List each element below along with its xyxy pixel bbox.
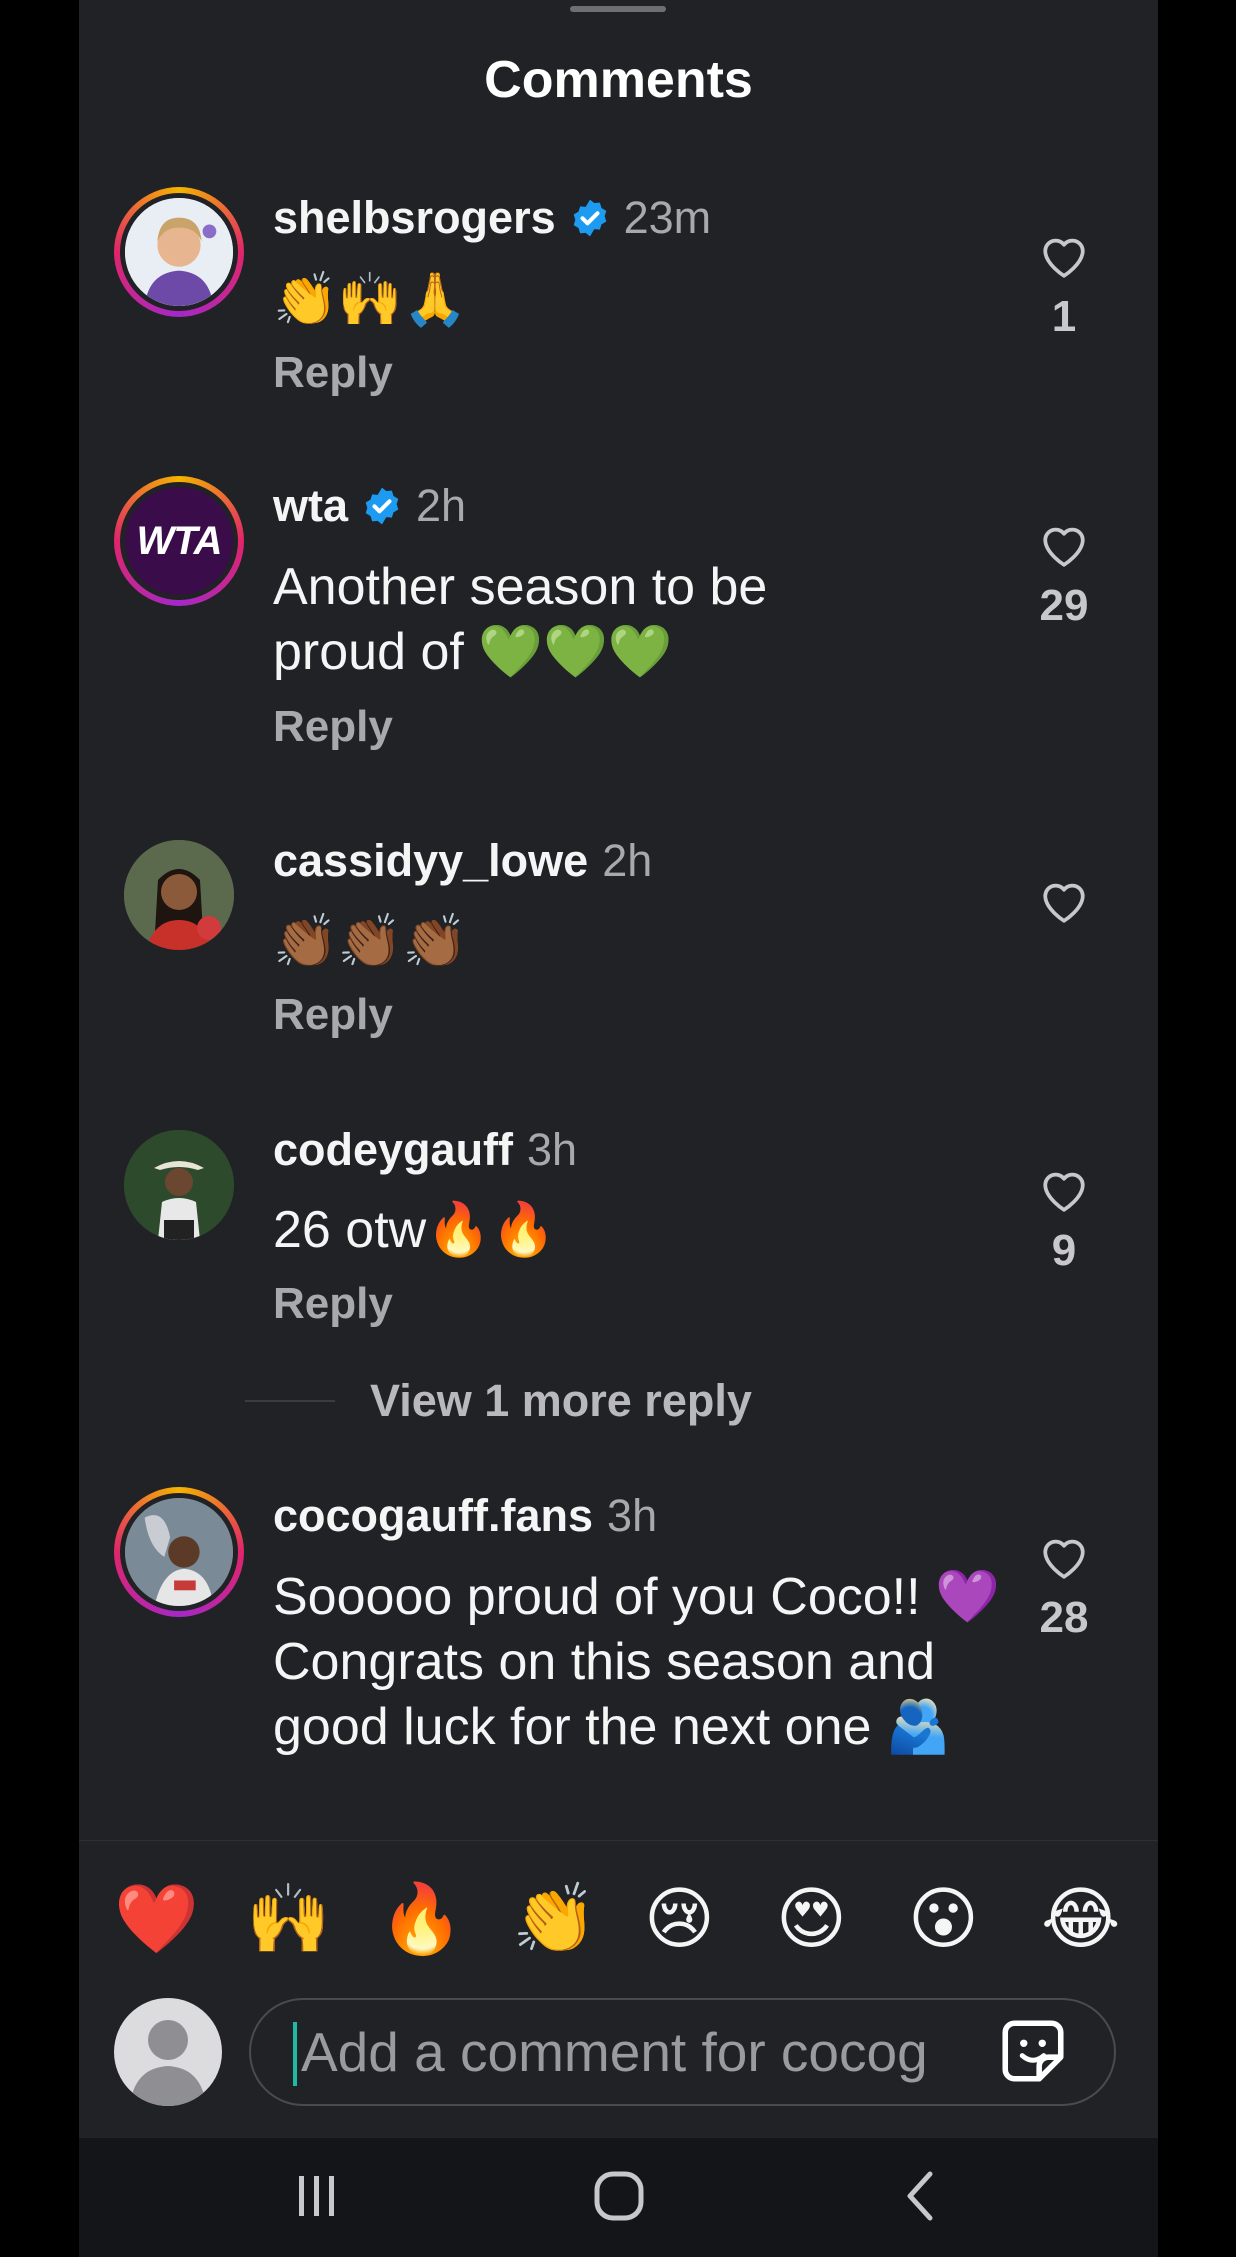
- username[interactable]: codeygauff: [273, 1124, 513, 1176]
- home-icon[interactable]: [591, 2168, 647, 2224]
- like-count: 9: [1051, 1226, 1077, 1275]
- system-nav-bar: [79, 2138, 1158, 2257]
- drag-handle[interactable]: [570, 6, 666, 12]
- verified-badge-icon: [573, 199, 606, 237]
- view-more-label: View 1 more reply: [370, 1375, 752, 1426]
- avatar[interactable]: [114, 1487, 244, 1617]
- like-control: 9: [1024, 1167, 1104, 1276]
- timestamp: 3h: [527, 1124, 578, 1175]
- heart-icon[interactable]: [1039, 522, 1089, 568]
- comment-header: shelbsrogers 23m: [273, 192, 711, 244]
- comment-header: cassidyy_lowe 2h: [273, 835, 652, 887]
- reply-button[interactable]: Reply: [273, 990, 393, 1040]
- like-count: 28: [1039, 1593, 1089, 1642]
- avatar[interactable]: [124, 1130, 234, 1240]
- timestamp: 23m: [623, 192, 712, 243]
- back-icon[interactable]: [894, 2168, 950, 2224]
- photo-man-icon: [124, 1130, 234, 1240]
- photo-woman-icon: [125, 198, 233, 306]
- comment-header: cocogauff.fans 3h: [273, 1490, 657, 1542]
- username[interactable]: wta: [273, 480, 348, 532]
- comment-text: 👏🏾👏🏾👏🏾: [273, 913, 468, 971]
- verified-badge-icon: [365, 487, 399, 525]
- reply-button[interactable]: Reply: [273, 1279, 393, 1329]
- like-count: 29: [1039, 581, 1089, 630]
- quick-reactions-bar: ❤️ 🙌 🔥 👏 😢 😍 😮 😂: [79, 1840, 1158, 1980]
- reply-button[interactable]: Reply: [273, 702, 393, 752]
- comment-composer: Add a comment for cocog: [79, 1980, 1158, 2140]
- comment-header: wta 2h: [273, 480, 466, 532]
- heart-icon[interactable]: [1039, 1534, 1089, 1580]
- page-title: Comments: [484, 51, 753, 109]
- recent-apps-icon[interactable]: [289, 2168, 345, 2224]
- comment-text: Another season to be proud of 💚💚💚: [273, 558, 768, 681]
- timestamp: 2h: [602, 835, 653, 886]
- reaction-crying-button[interactable]: 😢: [644, 1879, 715, 1959]
- divider: [245, 1400, 335, 1402]
- like-control: 29: [1024, 522, 1104, 631]
- text-caret: [293, 2022, 297, 2086]
- username[interactable]: cassidyy_lowe: [273, 835, 588, 887]
- reaction-heart-button[interactable]: ❤️: [114, 1879, 199, 1959]
- username[interactable]: cocogauff.fans: [273, 1490, 593, 1542]
- photo-trophy-icon: [125, 1498, 233, 1606]
- reaction-fire-button[interactable]: 🔥: [379, 1879, 464, 1959]
- view-more-replies-button[interactable]: View 1 more reply: [245, 1375, 752, 1427]
- comment-placeholder: Add a comment for cocog: [301, 2021, 928, 2083]
- reply-button[interactable]: Reply: [273, 348, 393, 398]
- username[interactable]: shelbsrogers: [273, 192, 556, 244]
- reaction-raised-hands-button[interactable]: 🙌: [246, 1879, 331, 1959]
- like-control: 28: [1024, 1534, 1104, 1643]
- photo-woman-icon: [124, 840, 234, 950]
- avatar[interactable]: WTA: [114, 476, 244, 606]
- like-control: 1: [1024, 233, 1104, 342]
- avatar[interactable]: [124, 840, 234, 950]
- heart-icon[interactable]: [1039, 1167, 1089, 1213]
- wta-logo: WTA: [136, 518, 222, 563]
- timestamp: 2h: [416, 480, 467, 531]
- sticker-icon[interactable]: [996, 2014, 1070, 2088]
- heart-icon[interactable]: [1039, 878, 1089, 924]
- reaction-laughing-button[interactable]: 😂: [1041, 1879, 1120, 1959]
- reaction-surprised-button[interactable]: 😮: [908, 1879, 979, 1959]
- comment-header: codeygauff 3h: [273, 1124, 577, 1176]
- like-control: [1024, 878, 1104, 929]
- avatar[interactable]: [114, 187, 244, 317]
- reaction-clap-button[interactable]: 👏: [512, 1879, 597, 1959]
- comment-input[interactable]: Add a comment for cocog: [249, 1998, 1116, 2106]
- heart-icon[interactable]: [1039, 233, 1089, 279]
- reaction-heart-eyes-button[interactable]: 😍: [776, 1879, 847, 1959]
- comment-text: 26 otw🔥🔥: [273, 1201, 556, 1259]
- like-count: 1: [1051, 292, 1077, 341]
- comment-text: 👏🙌🙏: [273, 271, 468, 329]
- user-avatar-icon: [114, 1998, 222, 2106]
- timestamp: 3h: [607, 1490, 658, 1541]
- comment-text: Sooooo proud of you Coco!! 💜 Congrats on…: [273, 1568, 1000, 1756]
